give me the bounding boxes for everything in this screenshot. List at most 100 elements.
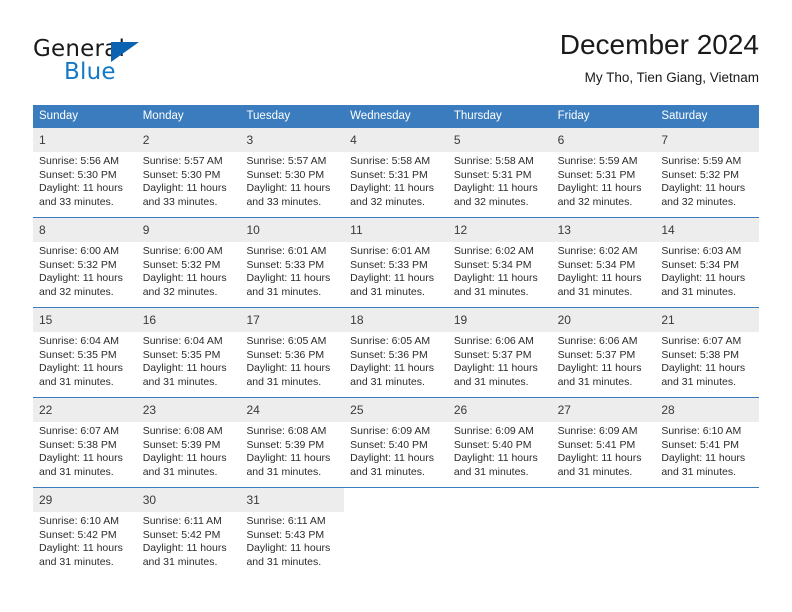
calendar-day-cell[interactable]: 2 Sunrise: 5:57 AM Sunset: 5:30 PM Daylight… <box>136 128 241 217</box>
daylight-text-line1: Daylight: 11 hours <box>246 362 331 375</box>
calendar-day-cell[interactable]: 9 Sunrise: 6:00 AM Sunset: 5:32 PM Daylight… <box>136 218 241 307</box>
day-number: 17 <box>246 313 260 327</box>
day-sun-info: Sunrise: 5:59 AM Sunset: 5:32 PM Daylight:… <box>655 152 759 213</box>
calendar-day-cell[interactable]: 20 Sunrise: 6:06 AM Sunset: 5:37 PM Dayligh… <box>551 308 656 397</box>
day-sun-info: Sunrise: 6:01 AM Sunset: 5:33 PM Daylight:… <box>344 242 448 303</box>
page-subtitle: My Tho, Tien Giang, Vietnam <box>584 70 759 85</box>
title-block: December 2024 My Tho, Tien Giang, Vietna… <box>560 28 759 88</box>
sunrise-text: Sunrise: 6:01 AM <box>350 245 431 257</box>
day-number-bar: 12 <box>447 218 552 242</box>
calendar-day-cell[interactable]: 16 Sunrise: 6:04 AM Sunset: 5:35 PM Dayligh… <box>136 308 241 397</box>
day-sun-info <box>448 509 552 516</box>
sunrise-text: Sunrise: 6:11 AM <box>142 515 222 527</box>
calendar-day-cell[interactable]: 26 Sunrise: 6:09 AM Sunset: 5:40 PM Dayligh… <box>447 398 552 487</box>
calendar-day-cell[interactable]: 11 Sunrise: 6:01 AM Sunset: 5:33 PM Dayligh… <box>344 218 448 307</box>
day-sun-info <box>655 509 759 516</box>
daylight-text-line2: and 31 minutes. <box>39 555 114 568</box>
sunset-text: Sunset: 5:42 PM <box>39 528 117 541</box>
day-sun-info <box>552 509 656 516</box>
calendar-day-cell[interactable]: 22 Sunrise: 6:07 AM Sunset: 5:38 PM Dayligh… <box>33 398 137 487</box>
calendar-day-cell[interactable]: 17 Sunrise: 6:05 AM Sunset: 5:36 PM Dayligh… <box>240 308 345 397</box>
calendar-day-cell[interactable]: 14 Sunrise: 6:03 AM Sunset: 5:34 PM Dayligh… <box>655 218 760 307</box>
calendar-day-cell[interactable]: 29 Sunrise: 6:10 AM Sunset: 5:42 PM Dayligh… <box>33 488 137 577</box>
weekday-header-friday: Friday <box>557 110 590 122</box>
calendar-day-cell[interactable]: 10 Sunrise: 6:01 AM Sunset: 5:33 PM Dayligh… <box>240 218 345 307</box>
sunset-text: Sunset: 5:30 PM <box>142 168 221 181</box>
calendar-day-cell[interactable]: 30 Sunrise: 6:11 AM Sunset: 5:42 PM Dayligh… <box>136 488 241 577</box>
calendar-day-cell[interactable]: 8 Sunrise: 6:00 AM Sunset: 5:32 PM Daylight… <box>33 218 137 307</box>
daylight-text-line2: and 31 minutes. <box>350 285 425 298</box>
sunset-text: Sunset: 5:39 PM <box>246 438 325 451</box>
calendar-day-cell[interactable]: 6 Sunrise: 5:59 AM Sunset: 5:31 PM Daylight… <box>551 128 656 217</box>
day-sun-info: Sunrise: 5:58 AM Sunset: 5:31 PM Daylight:… <box>448 152 552 213</box>
calendar-day-cell[interactable]: 31 Sunrise: 6:11 AM Sunset: 5:43 PM Dayligh… <box>240 488 345 577</box>
sunrise-text: Sunrise: 6:09 AM <box>557 425 638 437</box>
calendar-day-cell[interactable]: 7 Sunrise: 5:59 AM Sunset: 5:32 PM Daylight… <box>655 128 760 217</box>
daylight-text-line1: Daylight: 11 hours <box>350 272 435 285</box>
sunset-text: Sunset: 5:36 PM <box>246 348 325 361</box>
day-number-bar: 20 <box>551 308 656 332</box>
calendar-day-cell[interactable]: 4 Sunrise: 5:58 AM Sunset: 5:31 PM Daylight… <box>344 128 448 217</box>
day-sun-info: Sunrise: 6:11 AM Sunset: 5:42 PM Daylight:… <box>137 512 241 573</box>
sunset-text: Sunset: 5:33 PM <box>350 258 428 271</box>
calendar-day-cell[interactable]: 28 Sunrise: 6:10 AM Sunset: 5:41 PM Dayligh… <box>655 398 760 487</box>
calendar-day-cell[interactable]: 21 Sunrise: 6:07 AM Sunset: 5:38 PM Dayligh… <box>655 308 760 397</box>
day-number-bar: 31 <box>240 488 345 512</box>
calendar-day-cell[interactable]: 23 Sunrise: 6:08 AM Sunset: 5:39 PM Dayligh… <box>136 398 241 487</box>
sunrise-text: Sunrise: 6:11 AM <box>246 515 326 527</box>
calendar-day-cell[interactable]: 1 Sunrise: 5:56 AM Sunset: 5:30 PM Daylight… <box>33 128 137 217</box>
sunrise-text: Sunrise: 6:07 AM <box>661 335 742 347</box>
calendar-day-cell[interactable]: 5 Sunrise: 5:58 AM Sunset: 5:31 PM Daylight… <box>447 128 552 217</box>
sunrise-text: Sunrise: 6:06 AM <box>557 335 638 347</box>
day-sun-info: Sunrise: 6:02 AM Sunset: 5:34 PM Daylight:… <box>552 242 656 303</box>
daylight-text-line2: and 31 minutes. <box>557 375 633 388</box>
sunrise-text: Sunrise: 6:02 AM <box>453 245 534 257</box>
sunset-text: Sunset: 5:30 PM <box>246 168 325 181</box>
calendar-day-cell[interactable]: 24 Sunrise: 6:08 AM Sunset: 5:39 PM Dayligh… <box>240 398 345 487</box>
daylight-text-line1: Daylight: 11 hours <box>557 182 642 195</box>
calendar-day-cell[interactable]: 27 Sunrise: 6:09 AM Sunset: 5:41 PM Dayligh… <box>551 398 656 487</box>
day-sun-info: Sunrise: 6:08 AM Sunset: 5:39 PM Daylight:… <box>137 422 241 483</box>
day-number: 11 <box>350 223 363 237</box>
day-number: 4 <box>350 133 357 147</box>
calendar-day-cell[interactable]: 18 Sunrise: 6:05 AM Sunset: 5:36 PM Dayligh… <box>344 308 448 397</box>
day-number: 29 <box>39 493 53 507</box>
day-number: 23 <box>142 403 157 417</box>
calendar-day-cell[interactable]: 19 Sunrise: 6:06 AM Sunset: 5:37 PM Dayligh… <box>447 308 552 397</box>
day-number-bar: 5 <box>447 128 552 152</box>
daylight-text-line1: Daylight: 11 hours <box>39 542 123 555</box>
daylight-text-line1: Daylight: 11 hours <box>453 272 538 285</box>
sunset-text: Sunset: 5:37 PM <box>453 348 532 361</box>
sunrise-text: Sunrise: 5:57 AM <box>246 155 327 167</box>
daylight-text-line1: Daylight: 11 hours <box>39 182 123 195</box>
day-sun-info: Sunrise: 6:10 AM Sunset: 5:41 PM Daylight:… <box>655 422 759 483</box>
calendar-day-cell-empty <box>655 488 760 577</box>
day-number-bar: 18 <box>344 308 448 332</box>
daylight-text-line2: and 31 minutes. <box>350 375 425 388</box>
sunrise-text: Sunrise: 6:05 AM <box>350 335 431 347</box>
day-number: 16 <box>142 313 157 327</box>
generalblue-logo[interactable]: General Blue <box>33 36 263 88</box>
sunset-text: Sunset: 5:32 PM <box>661 168 739 181</box>
calendar-day-cell[interactable]: 3 Sunrise: 5:57 AM Sunset: 5:30 PM Daylight… <box>240 128 345 217</box>
calendar-day-cell[interactable]: 25 Sunrise: 6:09 AM Sunset: 5:40 PM Dayligh… <box>344 398 448 487</box>
sunset-text: Sunset: 5:31 PM <box>453 168 532 181</box>
calendar-day-cell[interactable]: 15 Sunrise: 6:04 AM Sunset: 5:35 PM Dayligh… <box>33 308 137 397</box>
calendar-day-cell[interactable]: 12 Sunrise: 6:02 AM Sunset: 5:34 PM Dayligh… <box>447 218 552 307</box>
daylight-text-line2: and 31 minutes. <box>142 465 218 478</box>
daylight-text-line1: Daylight: 11 hours <box>39 272 123 285</box>
daylight-text-line1: Daylight: 11 hours <box>661 182 746 195</box>
sunrise-text: Sunrise: 5:57 AM <box>142 155 223 167</box>
day-number-bar: 21 <box>655 308 760 332</box>
sunrise-text: Sunrise: 6:09 AM <box>350 425 431 437</box>
daylight-text-line1: Daylight: 11 hours <box>142 182 227 195</box>
calendar-day-cell[interactable]: 13 Sunrise: 6:02 AM Sunset: 5:34 PM Dayligh… <box>551 218 656 307</box>
sunset-text: Sunset: 5:38 PM <box>661 348 739 361</box>
calendar-day-cell-empty <box>551 488 656 577</box>
daylight-text-line1: Daylight: 11 hours <box>661 272 746 285</box>
day-number-bar: 23 <box>136 398 241 422</box>
sunset-text: Sunset: 5:41 PM <box>557 438 636 451</box>
daylight-text-line1: Daylight: 11 hours <box>142 542 227 555</box>
page-title: December 2024 <box>559 29 759 60</box>
day-number: 24 <box>246 403 260 417</box>
